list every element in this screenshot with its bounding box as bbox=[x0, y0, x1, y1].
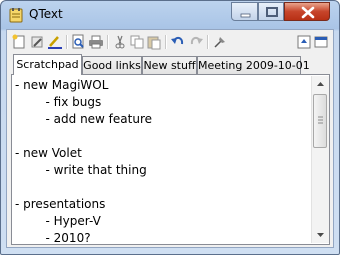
paste-icon[interactable] bbox=[146, 34, 162, 50]
rename-icon[interactable] bbox=[29, 34, 45, 50]
copy-icon[interactable] bbox=[129, 34, 145, 50]
tab-new-stuff[interactable]: New stuff bbox=[142, 56, 197, 74]
qtext-app-icon bbox=[9, 8, 23, 23]
editor-line: - Hyper-V bbox=[15, 214, 101, 228]
editor-frame: - new MagiWOL - fix bugs - add new featu… bbox=[11, 74, 330, 245]
title-bar[interactable]: QText bbox=[1, 1, 339, 29]
undo-icon[interactable] bbox=[170, 34, 186, 50]
maximize-icon bbox=[266, 7, 278, 17]
window-title: QText bbox=[29, 7, 63, 21]
client-area: Scratchpad Good links New stuff Meeting … bbox=[6, 29, 334, 248]
new-note-icon[interactable] bbox=[11, 34, 27, 50]
editor-line: - write that thing bbox=[15, 163, 147, 177]
close-icon bbox=[301, 6, 315, 19]
close-button[interactable] bbox=[284, 2, 330, 21]
editor-line: - add new feature bbox=[15, 112, 153, 126]
goto-icon[interactable] bbox=[212, 34, 228, 50]
format-icon[interactable] bbox=[47, 34, 63, 50]
tab-strip: Scratchpad Good links New stuff Meeting … bbox=[11, 54, 333, 75]
options-icon[interactable] bbox=[296, 34, 312, 50]
print-icon[interactable] bbox=[88, 34, 104, 50]
editor-line: - presentations bbox=[15, 197, 106, 211]
scroll-up-icon[interactable] bbox=[312, 76, 329, 93]
toolbar-separator bbox=[107, 35, 109, 49]
redo-icon[interactable] bbox=[188, 34, 204, 50]
scroll-down-icon[interactable] bbox=[312, 226, 329, 243]
tab-scratchpad[interactable]: Scratchpad bbox=[13, 54, 82, 75]
app-window: QText Scratchpad Good links New stuff Me… bbox=[0, 0, 340, 255]
editor-line: - new MagiWOL bbox=[15, 78, 109, 92]
toolbar bbox=[7, 30, 333, 54]
editor-line: - 2010? bbox=[15, 231, 91, 243]
toolbar-separator bbox=[66, 35, 68, 49]
vertical-scrollbar[interactable] bbox=[311, 76, 329, 243]
cut-icon[interactable] bbox=[112, 34, 128, 50]
text-editor[interactable]: - new MagiWOL - fix bugs - add new featu… bbox=[13, 76, 311, 243]
about-icon[interactable] bbox=[313, 34, 329, 50]
minimize-button[interactable] bbox=[231, 2, 258, 21]
tab-meeting[interactable]: Meeting 2009-10-01 bbox=[197, 56, 310, 74]
scrollbar-thumb[interactable] bbox=[313, 94, 327, 148]
maximize-button[interactable] bbox=[258, 2, 284, 21]
grip-icon bbox=[318, 116, 323, 124]
editor-line: - fix bugs bbox=[15, 95, 102, 109]
editor-line: - new Volet bbox=[15, 146, 82, 160]
toolbar-separator bbox=[207, 35, 209, 49]
tab-good-links[interactable]: Good links bbox=[82, 56, 142, 74]
print-preview-icon[interactable] bbox=[70, 34, 86, 50]
toolbar-separator bbox=[165, 35, 167, 49]
minimize-icon bbox=[240, 13, 251, 18]
